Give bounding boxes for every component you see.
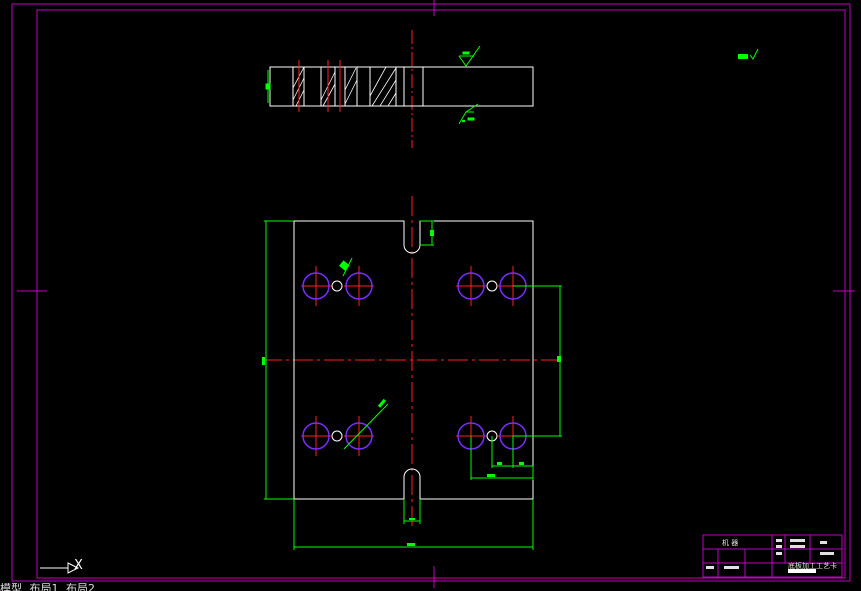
drawing-svg bbox=[11, 0, 855, 588]
layout-tabs: 模型 布局1 布局2 bbox=[0, 583, 240, 591]
top-view-thickness-dim bbox=[265, 70, 271, 103]
dimension-lines bbox=[264, 220, 562, 550]
sheet-frame bbox=[11, 0, 855, 588]
tab-model[interactable]: 模型 bbox=[0, 583, 22, 591]
bolt-holes bbox=[302, 272, 527, 450]
plan-view-centerlines bbox=[262, 196, 560, 530]
title-block-header: 机 器 bbox=[722, 539, 739, 547]
pin-holes bbox=[331, 280, 498, 442]
top-view-outline bbox=[269, 66, 534, 107]
general-roughness-note bbox=[738, 48, 759, 60]
roughness-symbol-bottom bbox=[458, 103, 479, 125]
roughness-symbol-top bbox=[458, 45, 481, 67]
tab-layout-1[interactable]: 布局1 bbox=[30, 583, 59, 591]
hole-axes bbox=[301, 266, 528, 456]
cad-drawing-canvas[interactable]: X 机 器 底板加工工艺卡 模型 布局1 布局2 bbox=[0, 0, 861, 591]
tab-layout-2[interactable]: 布局2 bbox=[66, 583, 95, 591]
title-block-drawing-name: 底板加工工艺卡 bbox=[788, 562, 837, 570]
ucs-x-label: X bbox=[74, 558, 83, 573]
